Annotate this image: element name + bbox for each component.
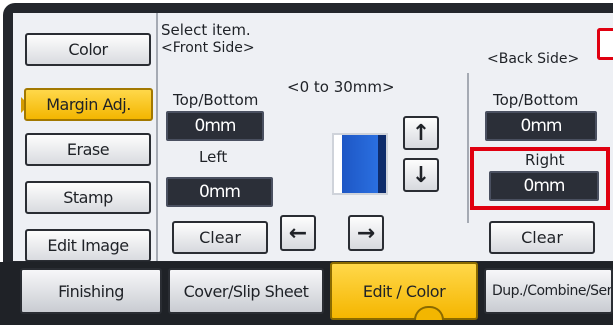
- tab-dup-combine-series[interactable]: Dup./Combine/Seri: [484, 268, 613, 314]
- sidebar-item-label: Margin Adj.: [46, 95, 131, 114]
- tab-edit-color[interactable]: Edit / Color: [330, 262, 478, 320]
- tab-finishing[interactable]: Finishing: [20, 268, 162, 314]
- arrow-up-button[interactable]: ↑: [403, 116, 439, 150]
- front-left-label: Left: [199, 148, 228, 166]
- tab-label: Finishing: [58, 281, 124, 301]
- back-top-bottom-label: Top/Bottom: [493, 91, 579, 109]
- offscreen-red-marker: [597, 28, 613, 60]
- sidebar-item-label: Edit Image: [47, 236, 129, 255]
- sidebar-item-label: Color: [68, 40, 108, 59]
- back-clear-label: Clear: [521, 228, 563, 247]
- front-clear-button[interactable]: Clear: [172, 221, 268, 254]
- tab-label: Cover/Slip Sheet: [183, 281, 309, 301]
- front-left-value[interactable]: 0mm: [166, 177, 273, 207]
- prompt-text: Select item.: [161, 21, 251, 39]
- tab-label: Dup./Combine/Seri: [492, 283, 613, 299]
- arrow-right-icon: →: [356, 220, 376, 246]
- back-clear-button[interactable]: Clear: [489, 221, 595, 254]
- sidebar-item-edit-image[interactable]: Edit Image: [25, 229, 151, 261]
- arrow-right-button[interactable]: →: [348, 215, 384, 251]
- sidebar-item-label: Erase: [66, 140, 110, 159]
- front-back-divider: [467, 73, 469, 223]
- back-top-bottom-value[interactable]: 0mm: [485, 111, 597, 141]
- arrow-down-button[interactable]: ↓: [403, 158, 439, 192]
- front-top-bottom-value[interactable]: 0mm: [166, 111, 264, 141]
- page-fill: [342, 135, 378, 193]
- front-top-bottom-label: Top/Bottom: [173, 91, 259, 109]
- range-label: <0 to 30mm>: [287, 78, 395, 96]
- arrow-down-icon: ↓: [411, 162, 431, 188]
- tab-label: Edit / Color: [362, 281, 446, 301]
- arrow-up-icon: ↑: [411, 120, 431, 146]
- page-preview-icon: [332, 133, 388, 195]
- sidebar-item-label: Stamp: [63, 188, 113, 207]
- sidebar-item-color[interactable]: Color: [25, 33, 151, 66]
- tab-cover-slip-sheet[interactable]: Cover/Slip Sheet: [168, 268, 324, 314]
- right-margin-highlight: [470, 147, 610, 210]
- control-panel-screen: Color Margin Adj. Erase Stamp Edit Image…: [13, 13, 613, 261]
- front-clear-label: Clear: [199, 228, 241, 247]
- sidebar-item-margin-adj[interactable]: Margin Adj.: [24, 88, 153, 121]
- arrow-left-button[interactable]: ←: [280, 215, 316, 251]
- sidebar-item-stamp[interactable]: Stamp: [25, 181, 151, 214]
- sidebar-item-erase[interactable]: Erase: [25, 133, 151, 166]
- arrow-left-icon: ←: [288, 220, 308, 246]
- front-side-heading: <Front Side>: [161, 40, 255, 56]
- sidebar-divider: [156, 13, 158, 261]
- back-side-heading: <Back Side>: [487, 51, 580, 67]
- page-edge: [378, 135, 386, 193]
